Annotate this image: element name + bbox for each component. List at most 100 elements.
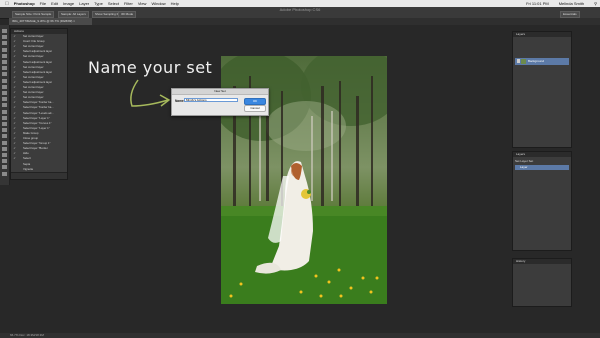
menu-filter[interactable]: Filter — [124, 1, 133, 6]
tool-icon[interactable] — [2, 171, 7, 176]
action-row[interactable]: ✓ Set current layer — [11, 45, 67, 49]
tool-icon[interactable] — [2, 97, 7, 102]
action-row[interactable]: ✓ Select adjustment layer — [11, 81, 67, 85]
actions-panel-title[interactable]: Actions — [11, 29, 67, 34]
clock[interactable]: Fri 11:01 PM — [526, 1, 549, 6]
checkmark-icon[interactable]: ✓ — [13, 50, 16, 54]
action-row[interactable]: Vignette — [11, 168, 67, 172]
checkmark-icon[interactable]: ✓ — [13, 127, 16, 131]
background-layer-row[interactable]: Background — [515, 58, 569, 65]
action-row[interactable]: ✓ Select adjustment layer — [11, 50, 67, 54]
menu-layer[interactable]: Layer — [79, 1, 89, 6]
tool-icon[interactable] — [2, 47, 7, 52]
tool-icon[interactable] — [2, 128, 7, 133]
checkmark-icon[interactable]: ✓ — [13, 66, 16, 70]
action-row[interactable]: ✓ Set current layer — [11, 55, 67, 59]
action-row[interactable]: ✓ Select layer "Curves 1" — [11, 122, 67, 126]
menu-type[interactable]: Type — [94, 1, 103, 6]
action-row[interactable]: ✓ Select layer "Levels ad... — [11, 112, 67, 116]
checkmark-icon[interactable]: ✓ — [13, 40, 16, 44]
tool-icon[interactable] — [2, 41, 7, 46]
tool-icon[interactable] — [2, 29, 7, 33]
tool-icon[interactable] — [2, 146, 7, 151]
checkmark-icon[interactable]: ✓ — [13, 81, 16, 85]
menu-window[interactable]: Window — [151, 1, 165, 6]
action-row[interactable]: ✓ Set current layer — [11, 35, 67, 39]
action-row[interactable]: ✓ Select layer "border ba... — [11, 106, 67, 110]
menu-edit[interactable]: Edit — [51, 1, 58, 6]
menu-image[interactable]: Image — [63, 1, 74, 6]
checkmark-icon[interactable]: ✓ — [13, 122, 16, 126]
checkmark-icon[interactable]: ✓ — [13, 96, 16, 100]
checkmark-icon[interactable]: ✓ — [13, 112, 16, 116]
bottom-panel-title[interactable]: History — [513, 259, 571, 264]
menu-photoshop[interactable]: Photoshop — [14, 1, 35, 6]
menu-select[interactable]: Select — [108, 1, 119, 6]
checkmark-icon[interactable]: ✓ — [13, 117, 16, 121]
tool-icon[interactable] — [2, 53, 7, 58]
checkmark-icon[interactable]: ✓ — [13, 142, 16, 146]
menu-view[interactable]: View — [138, 1, 147, 6]
action-row[interactable]: ✓ Make Group — [11, 132, 67, 136]
action-row[interactable]: ✓ Set current layer — [11, 91, 67, 95]
history-item-set[interactable]: Set Layer Set — [515, 158, 569, 164]
action-row[interactable]: ✓ Close group — [11, 137, 67, 141]
tool-icon[interactable] — [2, 35, 7, 40]
checkmark-icon[interactable]: ✓ — [13, 91, 16, 95]
tool-icon[interactable] — [2, 66, 7, 71]
checkmark-icon[interactable]: ✓ — [13, 71, 16, 75]
action-row[interactable]: ✓ Hide — [11, 152, 67, 156]
action-row[interactable]: ✓ Select layer "Layer 1" — [11, 117, 67, 121]
action-row[interactable]: ✓ Select adjustment layer — [11, 71, 67, 75]
checkmark-icon[interactable]: ✓ — [13, 86, 16, 90]
tool-icon[interactable] — [2, 72, 7, 77]
3d-mode-button[interactable]: 3D Mode — [118, 11, 137, 18]
document-tab[interactable]: IMG_4077IMAGE_9.JPG @ 66.7% (RGB/8#) × — [9, 18, 92, 25]
checkmark-icon[interactable]: ✓ — [13, 35, 16, 39]
tool-icon[interactable] — [2, 60, 7, 64]
sample-size-select[interactable]: Sample Size: Point Sample — [12, 11, 55, 18]
action-row[interactable]: ✓ Invert: File Group — [11, 40, 67, 44]
history-panel-title[interactable]: Layers — [513, 152, 571, 157]
menu-file[interactable]: File — [40, 1, 46, 6]
ok-button[interactable]: OK — [244, 98, 266, 105]
tool-icon[interactable] — [2, 159, 7, 164]
tool-icon[interactable] — [2, 78, 7, 83]
checkmark-icon[interactable]: ✓ — [13, 147, 16, 151]
tool-icon[interactable] — [2, 115, 7, 120]
checkmark-icon[interactable]: ✓ — [13, 55, 16, 59]
action-row[interactable]: ✓ Set current layer — [11, 66, 67, 70]
workspace-select[interactable]: Essentials — [560, 11, 580, 18]
checkmark-icon[interactable]: ✓ — [13, 45, 16, 49]
checkmark-icon[interactable]: ✓ — [13, 157, 16, 161]
set-name-input[interactable] — [184, 98, 238, 102]
checkmark-icon[interactable]: ✓ — [13, 152, 16, 156]
action-row[interactable]: ✓ Select layer "border ba... — [11, 101, 67, 105]
search-icon[interactable]: ⚲ — [594, 1, 597, 6]
action-row[interactable]: ✓ Set current layer — [11, 96, 67, 100]
checkmark-icon[interactable]: ✓ — [13, 137, 16, 141]
tool-icon[interactable] — [2, 103, 7, 108]
action-row[interactable]: ✓ Select layer "Border — [11, 147, 67, 151]
cancel-button[interactable]: Cancel — [244, 105, 266, 112]
menu-help[interactable]: Help — [171, 1, 179, 6]
tool-icon[interactable] — [2, 109, 7, 114]
tool-icon[interactable] — [2, 140, 7, 145]
history-item-layer[interactable]: Layer — [515, 165, 569, 170]
layers-panel-title[interactable]: Layers — [513, 32, 571, 37]
action-row[interactable]: ✓ Set current layer — [11, 86, 67, 90]
tool-icon[interactable] — [2, 84, 7, 89]
tool-icon[interactable] — [2, 153, 7, 157]
tool-icon[interactable] — [2, 122, 7, 126]
action-row[interactable]: ✓ Select — [11, 157, 67, 161]
checkmark-icon[interactable]: ✓ — [13, 106, 16, 110]
visibility-eye-icon[interactable] — [517, 59, 520, 63]
action-row[interactable]: Sepia — [11, 163, 67, 167]
action-row[interactable]: ✓ Select adjustment layer — [11, 61, 67, 65]
user-name[interactable]: Melinda Smith — [559, 1, 584, 6]
checkmark-icon[interactable]: ✓ — [13, 132, 16, 136]
apple-icon[interactable]:  — [5, 1, 9, 7]
checkmark-icon[interactable]: ✓ — [13, 76, 16, 80]
sample-select[interactable]: Sample: All Layers — [58, 11, 89, 18]
checkmark-icon[interactable]: ✓ — [13, 101, 16, 105]
